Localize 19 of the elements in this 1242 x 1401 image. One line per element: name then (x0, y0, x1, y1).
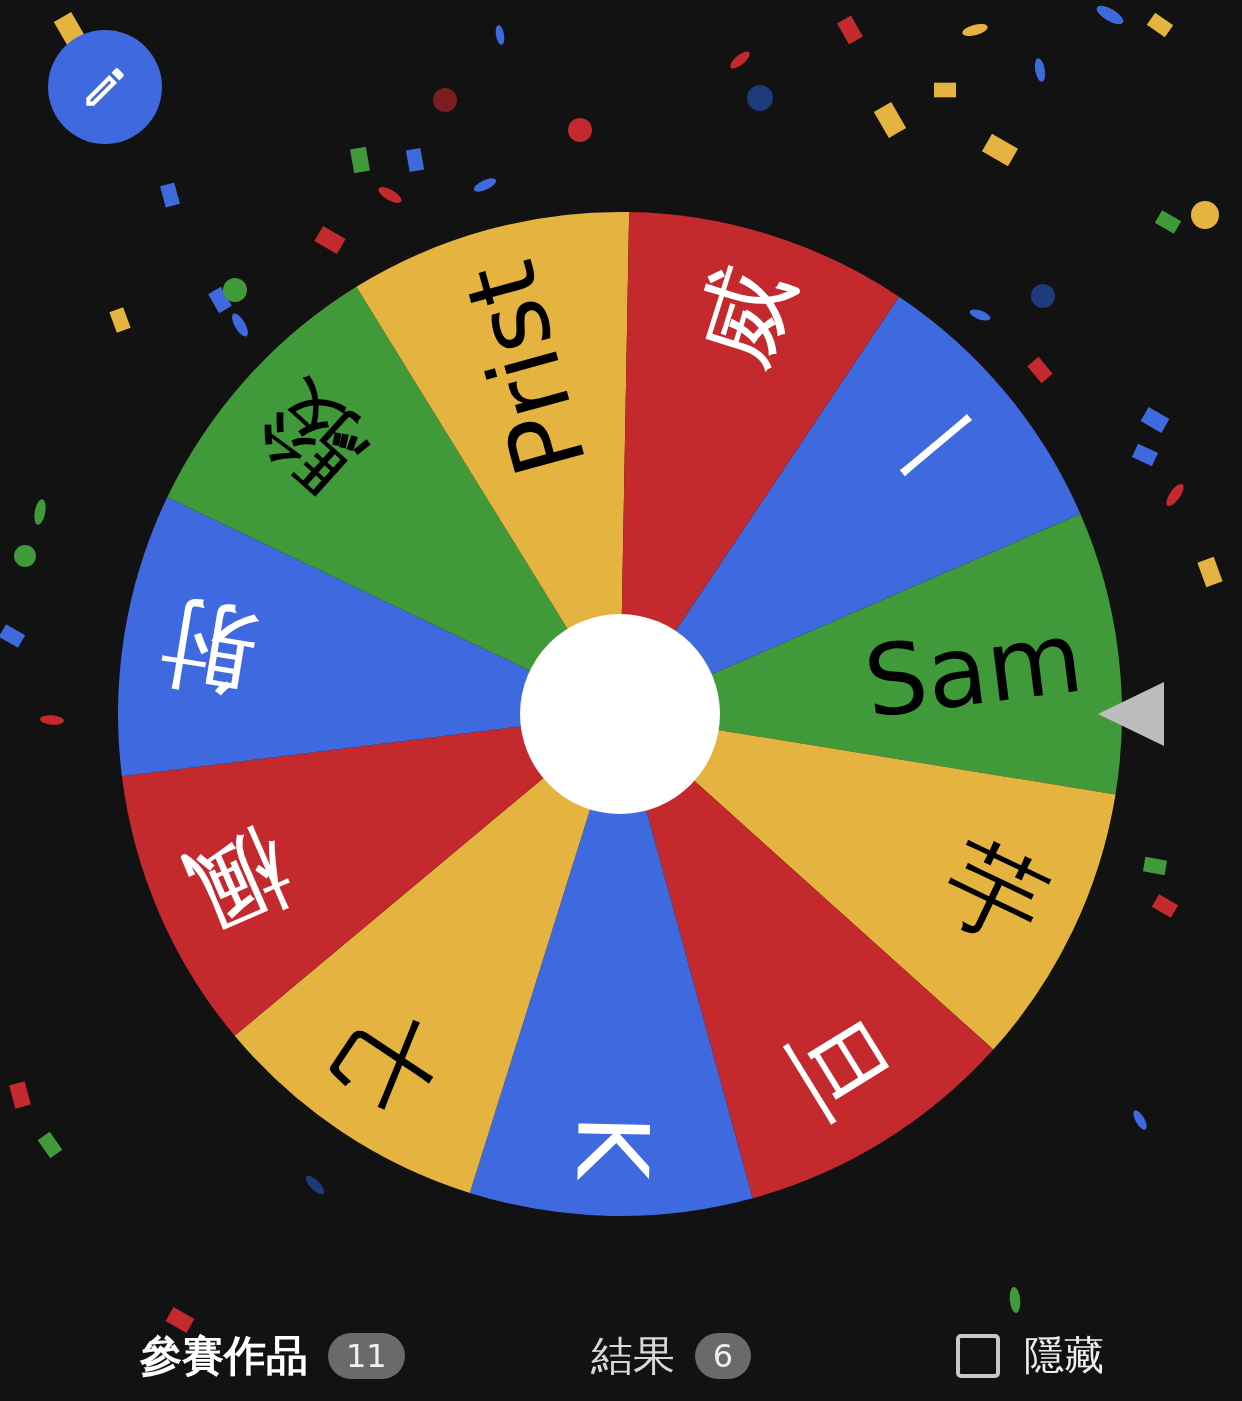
tab[interactable]: 參賽作品 11 (140, 1327, 405, 1384)
segment-label: 駿 (236, 360, 386, 512)
segment-label: Sam (858, 599, 1089, 740)
segment-label: 芋 (926, 821, 1064, 967)
segment-label: 射 (151, 583, 267, 712)
checkbox[interactable] (956, 1333, 1001, 1378)
segment-label: 威 (675, 253, 814, 381)
segment-label: K (554, 1113, 670, 1180)
count-badge: 6 (694, 1332, 752, 1379)
segment-label: 楓 (170, 808, 307, 952)
segment-label: 七 (314, 987, 464, 1133)
segment-label: Prist (442, 250, 609, 488)
count-badge: 11 (328, 1332, 405, 1379)
hide-checkbox[interactable]: 隱藏 (956, 1328, 1105, 1383)
tab[interactable]: 結果 6 (590, 1327, 752, 1384)
segment-label: 旦 (764, 996, 913, 1140)
segment-label: 一 (865, 372, 1014, 523)
pointer-icon (1098, 682, 1164, 746)
wheel-hub[interactable] (520, 614, 720, 814)
